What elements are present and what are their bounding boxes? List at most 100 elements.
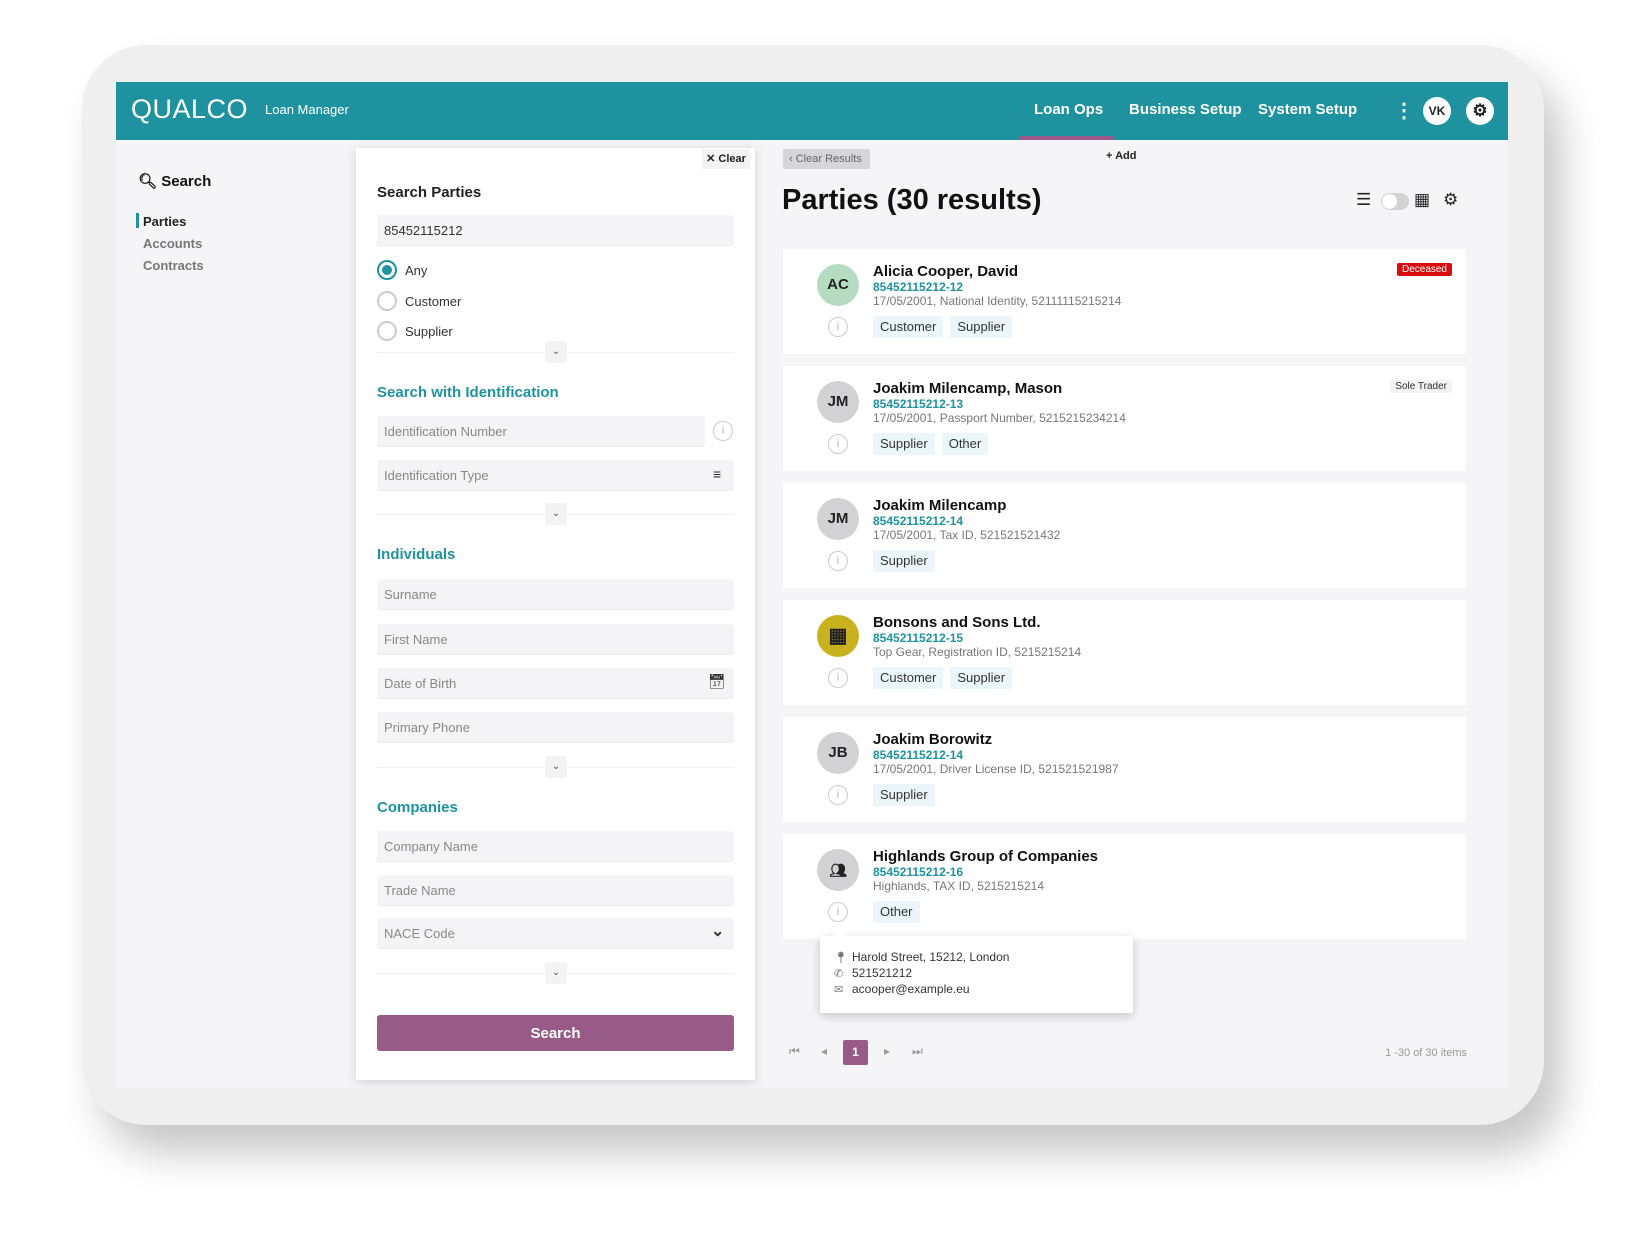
- filter-icon: ≡: [713, 466, 722, 482]
- company-name-input[interactable]: [377, 831, 734, 861]
- avatar: JM: [817, 381, 859, 423]
- tooltip-phone: 521521212: [852, 966, 913, 980]
- info-icon[interactable]: i: [828, 317, 848, 337]
- avatar: AC: [817, 264, 859, 306]
- trade-name-input[interactable]: [377, 875, 734, 905]
- radio-any[interactable]: Any: [377, 260, 427, 280]
- party-name[interactable]: Joakim Borowitz: [873, 731, 992, 748]
- party-details: Top Gear, Registration ID, 5215215214: [873, 645, 1082, 659]
- nav-business-setup[interactable]: Business Setup: [1129, 101, 1242, 118]
- search-button[interactable]: Search: [377, 1015, 734, 1051]
- first-page-icon[interactable]: ⏮: [789, 1044, 800, 1059]
- party-card[interactable]: JM Joakim Milencamp, Mason 85452115212-13…: [783, 366, 1466, 471]
- date-of-birth-input[interactable]: [377, 668, 734, 698]
- role-tag: Supplier: [950, 667, 1013, 689]
- info-icon[interactable]: i: [828, 434, 848, 454]
- page-title: Parties (30 results): [782, 184, 1042, 216]
- first-name-input[interactable]: [377, 624, 734, 654]
- tag-list: Customer Supplier: [873, 667, 1013, 689]
- party-name[interactable]: Highlands Group of Companies: [873, 848, 1098, 865]
- chevron-down-icon[interactable]: ⌄: [545, 756, 567, 778]
- party-name[interactable]: Bonsons and Sons Ltd.: [873, 614, 1041, 631]
- party-name[interactable]: Alicia Cooper, David: [873, 263, 1018, 280]
- chevron-down-icon[interactable]: ⌄: [545, 962, 567, 984]
- left-nav-title: Search: [161, 173, 212, 190]
- app-screen: QUALCO Loan Manager Loan Ops Business Se…: [116, 82, 1508, 1088]
- role-tag: Supplier: [873, 433, 935, 455]
- grid-view-icon[interactable]: ▦: [1414, 190, 1430, 210]
- clear-results-button[interactable]: ‹ Clear Results: [783, 149, 870, 169]
- prev-page-icon[interactable]: ◂: [821, 1044, 827, 1058]
- party-card[interactable]: JB Joakim Borowitz 85452115212-14 17/05/2…: [783, 717, 1466, 822]
- radio-unchecked: [377, 321, 397, 341]
- identification-number-input[interactable]: [377, 416, 705, 446]
- role-tag: Customer: [873, 667, 944, 689]
- add-button[interactable]: + Add: [1106, 150, 1136, 162]
- party-name[interactable]: Joakim Milencamp, Mason: [873, 380, 1062, 397]
- left-nav-search[interactable]: 🔍︎ Search: [138, 172, 211, 190]
- top-header: QUALCO Loan Manager Loan Ops Business Se…: [116, 82, 1508, 140]
- user-avatar[interactable]: VK: [1423, 97, 1451, 125]
- party-search-input[interactable]: [377, 215, 734, 245]
- search-panel: ✕ Clear Search Parties Any Customer Supp…: [356, 148, 755, 1080]
- party-card[interactable]: AC Alicia Cooper, David 85452115212-12 17…: [783, 249, 1466, 354]
- party-id[interactable]: 85452115212-14: [873, 748, 963, 762]
- nace-code-select[interactable]: [377, 918, 734, 948]
- chevron-down-icon[interactable]: ⌄: [545, 341, 567, 363]
- primary-phone-input[interactable]: [377, 712, 734, 742]
- chevron-down-icon[interactable]: ⌄: [545, 503, 567, 525]
- close-icon: ✕: [706, 153, 716, 165]
- view-toggle[interactable]: [1381, 193, 1409, 210]
- party-id[interactable]: 85452115212-14: [873, 514, 963, 528]
- next-page-icon[interactable]: ▸: [884, 1044, 890, 1058]
- tag-list: Other: [873, 901, 920, 923]
- calendar-icon[interactable]: 📅︎: [708, 673, 726, 690]
- party-id[interactable]: 85452115212-12: [873, 280, 963, 294]
- pagination-summary: 1 -30 of 30 items: [1385, 1047, 1467, 1059]
- settings-gear-icon[interactable]: ⚙: [1443, 190, 1458, 210]
- active-indicator: [136, 213, 139, 228]
- radio-supplier[interactable]: Supplier: [377, 321, 453, 341]
- clear-button[interactable]: ✕ Clear: [702, 149, 750, 169]
- chevron-down-icon[interactable]: ⌄: [711, 921, 724, 941]
- info-icon[interactable]: i: [828, 902, 848, 922]
- party-id[interactable]: 85452115212-16: [873, 865, 963, 879]
- party-details: 17/05/2001, National Identity, 521111152…: [873, 294, 1122, 308]
- info-icon[interactable]: i: [828, 668, 848, 688]
- party-card[interactable]: JM Joakim Milencamp 85452115212-14 17/05/…: [783, 483, 1466, 588]
- party-card[interactable]: 👥︎ Highlands Group of Companies 854521152…: [783, 834, 1466, 939]
- last-page-icon[interactable]: ⏭: [912, 1044, 923, 1059]
- radio-checked: [377, 260, 397, 280]
- tooltip-address: Harold Street, 15212, London: [852, 950, 1010, 964]
- nav-system-setup[interactable]: System Setup: [1258, 101, 1357, 118]
- left-nav-item-parties[interactable]: Parties: [143, 214, 186, 229]
- nav-loan-ops[interactable]: Loan Ops: [1034, 101, 1103, 118]
- companies-section-title: Companies: [377, 799, 458, 816]
- settings-gear-icon[interactable]: ⚙: [1466, 97, 1494, 125]
- radio-customer[interactable]: Customer: [377, 291, 461, 311]
- identification-type-select[interactable]: [377, 460, 734, 490]
- app-name: Loan Manager: [265, 102, 349, 117]
- info-icon[interactable]: i: [828, 551, 848, 571]
- tag-list: Supplier: [873, 784, 935, 806]
- party-card[interactable]: ▦ Bonsons and Sons Ltd. 85452115212-15 To…: [783, 600, 1466, 705]
- role-tag: Supplier: [873, 784, 935, 806]
- page-1-button[interactable]: 1: [843, 1040, 868, 1065]
- tag-list: Supplier Other: [873, 433, 989, 455]
- role-tag: Customer: [873, 316, 944, 338]
- party-name[interactable]: Joakim Milencamp: [873, 497, 1006, 514]
- avatar: JM: [817, 498, 859, 540]
- surname-input[interactable]: [377, 579, 734, 609]
- list-view-icon[interactable]: ☰: [1356, 190, 1371, 210]
- more-vertical-icon[interactable]: ⋮: [1394, 98, 1414, 123]
- info-icon[interactable]: i: [713, 421, 733, 441]
- party-id[interactable]: 85452115212-15: [873, 631, 963, 645]
- add-label: Add: [1115, 150, 1137, 162]
- left-nav-item-accounts[interactable]: Accounts: [143, 236, 202, 251]
- party-id[interactable]: 85452115212-13: [873, 397, 963, 411]
- info-icon[interactable]: i: [828, 785, 848, 805]
- role-tag: Other: [873, 901, 920, 923]
- search-icon: 🔍︎: [138, 173, 158, 190]
- left-nav-item-contracts[interactable]: Contracts: [143, 258, 204, 273]
- party-details: 17/05/2001, Driver License ID, 521521521…: [873, 762, 1119, 776]
